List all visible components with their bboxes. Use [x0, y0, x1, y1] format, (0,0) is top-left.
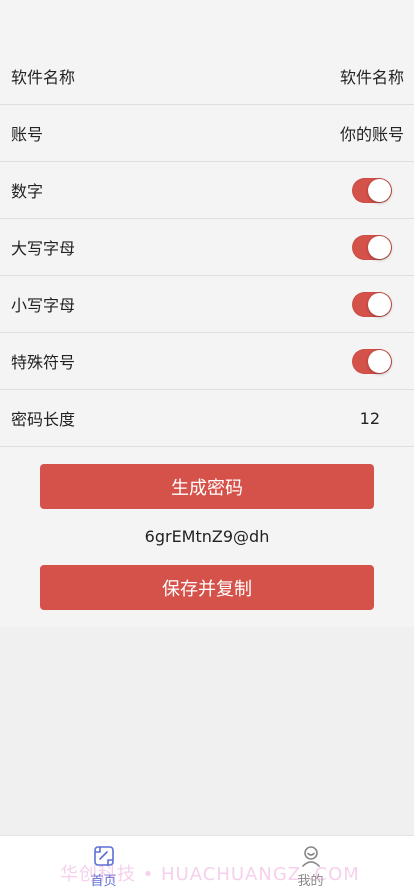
password-form: 软件名称 软件名称 账号 你的账号 数字 大写字母 小写字母 特殊符号 密码长度…	[0, 48, 414, 447]
account-label: 账号	[11, 125, 44, 144]
symbols-label: 特殊符号	[11, 353, 76, 372]
switch-knob	[368, 292, 391, 316]
switch-knob	[368, 178, 391, 202]
status-bar-area	[0, 0, 414, 48]
watermark-text: 华创科技 • HUACHUANGZ .COM	[60, 864, 360, 885]
length-row[interactable]: 密码长度 12	[0, 390, 414, 447]
switch-knob	[368, 349, 391, 373]
uppercase-label: 大写字母	[11, 239, 76, 258]
app-name-label: 软件名称	[11, 68, 76, 87]
app-name-input[interactable]: 软件名称	[340, 64, 404, 88]
account-row[interactable]: 账号 你的账号	[0, 105, 414, 162]
toggle-row-uppercase: 大写字母	[0, 219, 414, 276]
toggle-row-lowercase: 小写字母	[0, 276, 414, 333]
toggle-row-symbols: 特殊符号	[0, 333, 414, 390]
symbols-switch[interactable]	[352, 348, 392, 374]
length-input[interactable]: 12	[360, 409, 380, 428]
switch-knob	[368, 235, 391, 259]
length-label: 密码长度	[11, 410, 76, 429]
lowercase-label: 小写字母	[11, 296, 76, 315]
toggle-row-digits: 数字	[0, 162, 414, 219]
generate-password-button[interactable]: 生成密码	[40, 464, 374, 509]
account-input[interactable]: 你的账号	[340, 121, 404, 145]
digits-switch[interactable]	[352, 177, 392, 203]
app-name-row[interactable]: 软件名称 软件名称	[0, 48, 414, 105]
lowercase-switch[interactable]	[352, 291, 392, 317]
uppercase-switch[interactable]	[352, 234, 392, 260]
generated-password-text: 6grEMtnZ9@dh	[144, 527, 270, 546]
digits-label: 数字	[11, 182, 44, 201]
save-and-copy-button[interactable]: 保存并复制	[40, 565, 374, 610]
actions-area: 生成密码 6grEMtnZ9@dh 保存并复制	[0, 447, 414, 627]
